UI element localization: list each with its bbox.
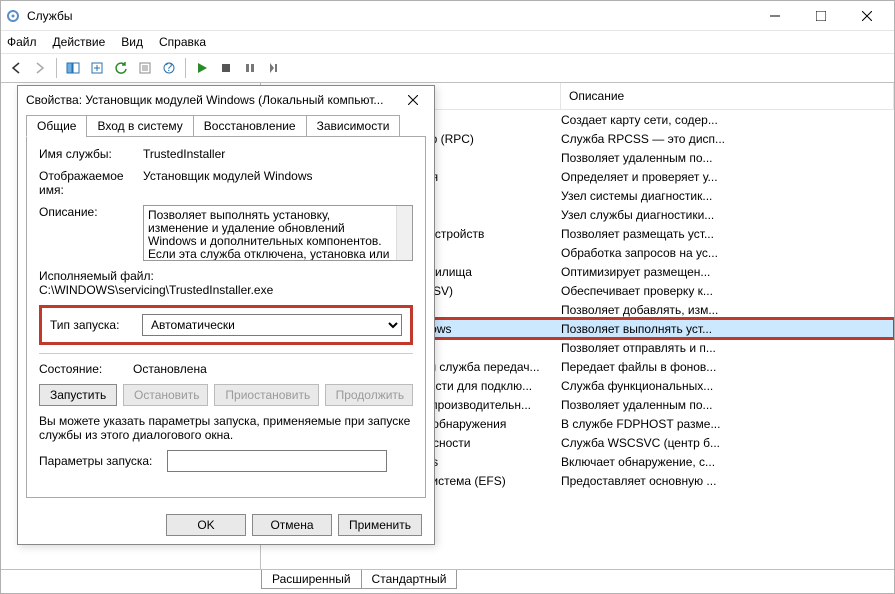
refresh-button[interactable] (110, 57, 132, 79)
stop-button: Остановить (123, 384, 208, 406)
start-button[interactable]: Запустить (39, 384, 117, 406)
exe-label: Исполняемый файл: (39, 269, 413, 283)
stop-service-button[interactable] (215, 57, 237, 79)
description-text: Позволяет выполнять установку, изменение… (148, 209, 408, 261)
apply-button[interactable]: Применить (338, 514, 422, 536)
menu-view[interactable]: Вид (121, 35, 143, 49)
startup-type-label: Тип запуска: (50, 318, 134, 332)
service-name-label: Имя службы: (39, 147, 135, 161)
menubar: Файл Действие Вид Справка (1, 31, 894, 53)
service-desc-cell: Обеспечивает проверку к... (561, 284, 894, 298)
startup-type-highlight: Тип запуска: Автоматически (39, 305, 413, 345)
service-desc-cell: Узел службы диагностики... (561, 208, 894, 222)
service-desc-cell: Создает карту сети, содер... (561, 113, 894, 127)
dialog-title: Свойства: Установщик модулей Windows (Ло… (26, 93, 400, 107)
service-desc-cell: Служба функциональных... (561, 379, 894, 393)
service-desc-cell: Позволяет удаленным по... (561, 151, 894, 165)
forward-button[interactable] (29, 57, 51, 79)
maximize-button[interactable] (798, 1, 844, 31)
service-desc-cell: Определяет и проверяет у... (561, 170, 894, 184)
state-value: Остановлена (133, 362, 207, 376)
display-name-value: Установщик модулей Windows (143, 169, 413, 197)
titlebar: Службы (1, 1, 894, 31)
menu-help[interactable]: Справка (159, 35, 206, 49)
service-desc-cell: В службе FDPHOST разме... (561, 417, 894, 431)
show-hide-tree-button[interactable] (62, 57, 84, 79)
tab-dependencies[interactable]: Зависимости (306, 115, 401, 137)
service-desc-cell: Предоставляет основную ... (561, 474, 894, 488)
export-button[interactable] (86, 57, 108, 79)
properties-button[interactable] (134, 57, 156, 79)
state-label: Состояние: (39, 362, 125, 376)
tab-logon[interactable]: Вход в систему (86, 115, 193, 137)
description-scrollbar[interactable] (396, 206, 412, 260)
menu-action[interactable]: Действие (53, 35, 106, 49)
gear-icon (5, 8, 21, 24)
menu-file[interactable]: Файл (7, 35, 37, 49)
service-desc-cell: Позволяет добавлять, изм... (561, 303, 894, 317)
params-label: Параметры запуска: (39, 454, 159, 468)
pause-service-button[interactable] (239, 57, 261, 79)
col-header-desc[interactable]: Описание (561, 83, 894, 109)
toolbar-divider (56, 58, 57, 78)
tab-extended[interactable]: Расширенный (261, 570, 362, 589)
properties-dialog: Свойства: Установщик модулей Windows (Ло… (17, 85, 435, 545)
service-desc-cell: Передает файлы в фонов... (561, 360, 894, 374)
description-box: Позволяет выполнять установку, изменение… (143, 205, 413, 261)
service-desc-cell: Служба RPCSS — это дисп... (561, 132, 894, 146)
tab-general[interactable]: Общие (26, 115, 87, 137)
resume-button: Продолжить (325, 384, 413, 406)
restart-service-button[interactable] (263, 57, 285, 79)
params-input[interactable] (167, 450, 387, 472)
window-title: Службы (27, 9, 752, 23)
tab-recovery[interactable]: Восстановление (193, 115, 307, 137)
service-name-value: TrustedInstaller (143, 147, 413, 161)
service-desc-cell: Позволяет удаленным по... (561, 398, 894, 412)
service-desc-cell: Оптимизирует размещен... (561, 265, 894, 279)
dialog-buttons: OK Отмена Применить (18, 506, 434, 544)
svg-text:?: ? (166, 61, 173, 74)
cancel-button[interactable]: Отмена (252, 514, 332, 536)
startup-hint: Вы можете указать параметры запуска, при… (39, 414, 413, 442)
col-header-desc-label: Описание (569, 89, 624, 103)
dialog-tabstrip: Общие Вход в систему Восстановление Зави… (18, 114, 434, 136)
dialog-close-button[interactable] (400, 87, 426, 113)
toolbar-divider (185, 58, 186, 78)
exe-path: C:\WINDOWS\servicing\TrustedInstaller.ex… (39, 283, 413, 297)
minimize-button[interactable] (752, 1, 798, 31)
start-service-button[interactable] (191, 57, 213, 79)
back-button[interactable] (5, 57, 27, 79)
description-label: Описание: (39, 205, 135, 261)
service-desc-cell: Обработка запросов на ус... (561, 246, 894, 260)
toolbar: ? (1, 53, 894, 83)
help-button[interactable]: ? (158, 57, 180, 79)
tab-page-general: Имя службы: TrustedInstaller Отображаемо… (26, 136, 426, 498)
service-desc-cell: Позволяет размещать уст... (561, 227, 894, 241)
service-desc-cell: Позволяет отправлять и п... (561, 341, 894, 355)
divider (39, 353, 413, 354)
pause-button: Приостановить (214, 384, 318, 406)
tab-standard[interactable]: Стандартный (361, 570, 458, 589)
services-window: Службы Файл Действие Вид Справка ? Имя (0, 0, 895, 594)
ok-button[interactable]: OK (166, 514, 246, 536)
display-name-label: Отображаемое имя: (39, 169, 135, 197)
close-button[interactable] (844, 1, 890, 31)
startup-type-select[interactable]: Автоматически (142, 314, 402, 336)
bottom-tabs: Расширенный Стандартный (1, 569, 894, 593)
service-desc-cell: Позволяет выполнять уст... (561, 322, 894, 336)
service-desc-cell: Узел системы диагностик... (561, 189, 894, 203)
dialog-titlebar: Свойства: Установщик модулей Windows (Ло… (18, 86, 434, 114)
service-desc-cell: Включает обнаружение, с... (561, 455, 894, 469)
service-desc-cell: Служба WSCSVC (центр б... (561, 436, 894, 450)
